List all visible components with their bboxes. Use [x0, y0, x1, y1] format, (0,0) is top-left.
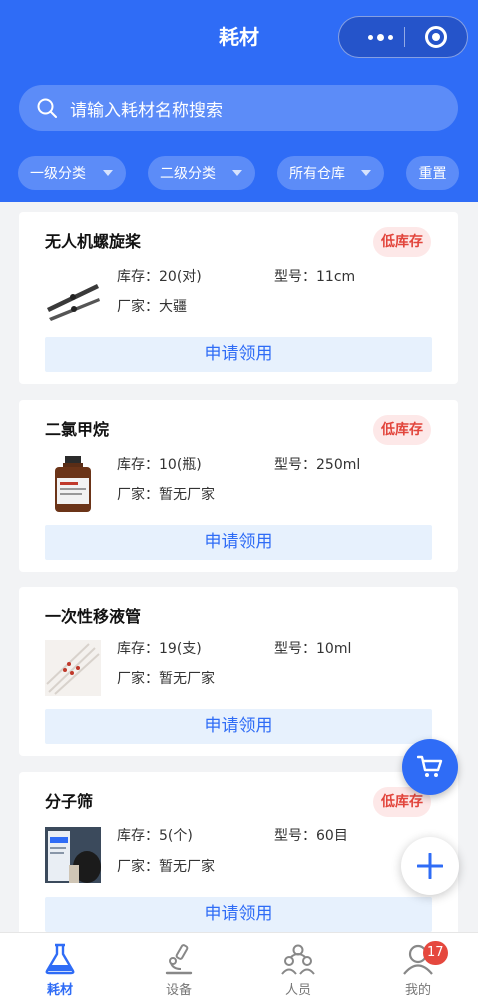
reset-button[interactable]: 重置: [406, 156, 459, 190]
item-name: 无人机螺旋桨: [45, 232, 142, 251]
model-value: 60目: [316, 828, 348, 844]
model-field: 型号：10ml: [274, 639, 351, 659]
low-stock-badge: 低库存: [373, 415, 431, 445]
stock-field: 库存：10(瓶): [117, 455, 202, 475]
model-value: 11cm: [316, 269, 356, 285]
caret-down-icon: [103, 170, 113, 176]
tab-consumables[interactable]: 耗材: [20, 939, 100, 998]
maker-field: 厂家：暂无厂家: [117, 857, 215, 877]
search-bar[interactable]: 请输入耗材名称搜索: [19, 85, 458, 131]
consumable-card[interactable]: 二氯甲烷 低库存 库存：10(瓶) 型号：250ml 厂家：暂无厂家 申请领用: [19, 400, 458, 572]
model-label: 型号：: [274, 269, 316, 285]
target-icon[interactable]: [425, 26, 447, 48]
item-name: 分子筛: [45, 792, 94, 811]
apply-button[interactable]: 申请领用: [45, 337, 432, 372]
tab-people[interactable]: 人员: [258, 939, 338, 998]
consumable-card[interactable]: 无人机螺旋桨 低库存 库存：20(对) 型号：11cm 厂家：大疆 申请领用: [19, 212, 458, 384]
stock-value: 5(个): [159, 828, 193, 844]
tab-mine[interactable]: 17 我的: [378, 939, 458, 998]
stock-label: 库存：: [117, 457, 159, 473]
item-name: 二氯甲烷: [45, 420, 110, 439]
notification-badge: 17: [423, 941, 448, 965]
header: 耗材 请输入耗材名称搜索 一级分类 二级分类 所有仓库 重置: [0, 0, 478, 202]
consumable-card[interactable]: 一次性移液管 库存：19(支) 型号：10ml 厂家：暂无厂家 申请领用: [19, 587, 458, 756]
model-label: 型号：: [274, 457, 316, 473]
model-field: 型号：250ml: [274, 455, 360, 475]
stock-label: 库存：: [117, 269, 159, 285]
tab-label: 耗材: [46, 983, 73, 998]
cart-icon: [417, 755, 443, 777]
tab-label: 设备: [165, 983, 192, 998]
item-name: 一次性移液管: [45, 607, 142, 626]
pipette-image: [45, 640, 101, 696]
tab-label: 人员: [284, 983, 311, 998]
stock-value: 20(对): [159, 269, 202, 285]
stock-field: 库存：5(个): [117, 826, 193, 846]
stock-label: 库存：: [117, 828, 159, 844]
filter-level2-label: 二级分类: [160, 166, 216, 182]
propeller-image: [45, 268, 101, 324]
low-stock-badge: 低库存: [373, 227, 431, 257]
stock-value: 10(瓶): [159, 457, 202, 473]
tab-bar: 耗材 设备 人员 17 我的: [0, 932, 478, 1000]
reagent-bottle-image: [45, 456, 101, 512]
search-input[interactable]: 请输入耗材名称搜索: [70, 96, 223, 121]
cart-button[interactable]: [402, 739, 458, 795]
filter-level1[interactable]: 一级分类: [18, 156, 126, 190]
maker-value: 暂无厂家: [159, 859, 215, 875]
apply-button[interactable]: 申请领用: [45, 709, 432, 744]
maker-field: 厂家：暂无厂家: [117, 485, 215, 505]
maker-label: 厂家：: [117, 859, 159, 875]
stock-field: 库存：20(对): [117, 267, 202, 287]
mini-program-capsule: [338, 16, 468, 58]
filter-level1-label: 一级分类: [30, 166, 86, 182]
maker-label: 厂家：: [117, 299, 159, 315]
molecular-sieve-image: [45, 827, 101, 883]
search-icon: [37, 98, 57, 118]
capsule-divider: [404, 27, 405, 47]
maker-value: 暂无厂家: [159, 671, 215, 687]
tab-label: 我的: [404, 983, 431, 998]
filter-warehouse[interactable]: 所有仓库: [277, 156, 384, 190]
stock-field: 库存：19(支): [117, 639, 202, 659]
model-value: 250ml: [316, 457, 361, 473]
maker-label: 厂家：: [117, 671, 159, 687]
maker-label: 厂家：: [117, 487, 159, 503]
tab-equipment[interactable]: 设备: [139, 939, 219, 998]
apply-button[interactable]: 申请领用: [45, 897, 432, 932]
model-field: 型号：60目: [274, 826, 348, 846]
stock-label: 库存：: [117, 641, 159, 657]
stock-value: 19(支): [159, 641, 202, 657]
caret-down-icon: [361, 170, 371, 176]
reset-button-label: 重置: [418, 166, 447, 182]
filter-level2[interactable]: 二级分类: [148, 156, 255, 190]
more-dots-icon[interactable]: [357, 17, 403, 57]
maker-field: 厂家：暂无厂家: [117, 669, 215, 689]
filter-warehouse-label: 所有仓库: [289, 166, 345, 182]
add-button[interactable]: [401, 837, 459, 895]
model-label: 型号：: [274, 641, 316, 657]
flask-icon: [45, 943, 75, 975]
model-label: 型号：: [274, 828, 316, 844]
model-field: 型号：11cm: [274, 267, 355, 287]
model-value: 10ml: [316, 641, 352, 657]
apply-button[interactable]: 申请领用: [45, 525, 432, 560]
maker-value: 暂无厂家: [159, 487, 215, 503]
caret-down-icon: [232, 170, 242, 176]
people-icon: [281, 944, 315, 975]
maker-field: 厂家：大疆: [117, 297, 187, 317]
maker-value: 大疆: [159, 299, 187, 315]
plus-icon: [417, 853, 443, 879]
microscope-icon: [165, 944, 193, 975]
consumable-card[interactable]: 分子筛 低库存 库存：5(个) 型号：60目 厂家：暂无厂家 申请领用: [19, 772, 458, 952]
